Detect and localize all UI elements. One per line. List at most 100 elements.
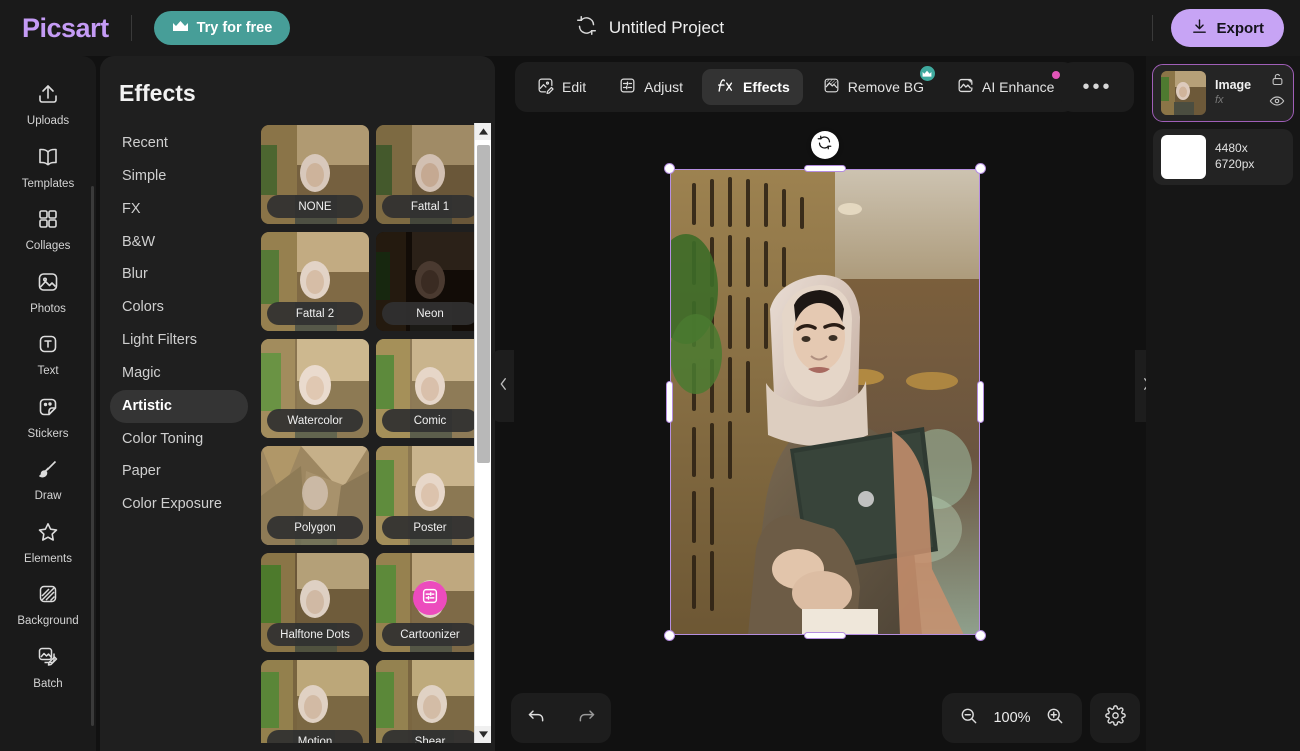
sidebar-item-collages[interactable]: Collages: [4, 199, 92, 259]
layer-item-image[interactable]: Image fx: [1153, 65, 1293, 121]
sidebar-item-stickers[interactable]: Stickers: [4, 387, 92, 447]
resize-handle-top-left[interactable]: [664, 163, 675, 174]
sidebar-label: Elements: [24, 554, 72, 566]
eye-icon[interactable]: [1269, 93, 1285, 114]
sidebar-scrollbar[interactable]: [91, 186, 94, 726]
project-title[interactable]: Untitled Project: [609, 18, 724, 38]
tool-label: Edit: [562, 79, 586, 95]
resize-handle-top[interactable]: [804, 165, 846, 172]
effect-thumb-fattal-2[interactable]: Fattal 2: [261, 232, 369, 331]
rotate-handle[interactable]: [811, 131, 839, 159]
header-right-group: Export: [1152, 9, 1284, 47]
crown-icon: [172, 20, 189, 37]
canvas-settings-button[interactable]: [1090, 693, 1140, 743]
effect-category-list: Recent Simple FX B&W Blur Colors Light F…: [100, 123, 248, 743]
resize-handle-left[interactable]: [666, 381, 673, 423]
effect-thumb-none[interactable]: NONE: [261, 125, 369, 224]
canvas-photo[interactable]: [670, 169, 980, 635]
sidebar-item-elements[interactable]: Elements: [4, 512, 92, 572]
zoom-out-button[interactable]: [950, 699, 988, 737]
category-simple[interactable]: Simple: [110, 160, 248, 193]
scroll-down-arrow-icon[interactable]: [475, 726, 491, 743]
resize-handle-bottom-right[interactable]: [975, 630, 986, 641]
category-light-filters[interactable]: Light Filters: [110, 324, 248, 357]
category-blur[interactable]: Blur: [110, 258, 248, 291]
resize-handle-bottom[interactable]: [804, 632, 846, 639]
effect-thumb-neon[interactable]: Neon: [376, 232, 484, 331]
resize-handle-right[interactable]: [977, 381, 984, 423]
sidebar-item-uploads[interactable]: Uploads: [4, 74, 92, 134]
text-icon: [36, 332, 60, 361]
gear-icon: [1105, 705, 1126, 731]
scroll-up-arrow-icon[interactable]: [475, 123, 491, 140]
sidebar-item-background[interactable]: Background: [4, 574, 92, 634]
effect-label: Poster: [382, 516, 478, 539]
redo-button[interactable]: [567, 699, 605, 737]
selected-layer-frame[interactable]: [670, 169, 980, 635]
header-divider: [131, 15, 132, 41]
effects-panel: Effects Recent Simple FX B&W Blur Colors…: [100, 56, 495, 751]
layer-dimensions-line1: 4480x: [1215, 141, 1285, 157]
resize-handle-bottom-left[interactable]: [664, 630, 675, 641]
sidebar-label: Stickers: [28, 429, 69, 441]
effect-thumb-cartoonizer[interactable]: Cartoonizer: [376, 553, 484, 652]
sidebar-item-draw[interactable]: Draw: [4, 449, 92, 509]
category-paper[interactable]: Paper: [110, 455, 248, 488]
category-artistic[interactable]: Artistic: [110, 390, 248, 423]
resize-handle-top-right[interactable]: [975, 163, 986, 174]
effects-scrollbar[interactable]: [474, 123, 491, 743]
undo-button[interactable]: [517, 699, 555, 737]
layers-panel: Image fx 4480x: [1146, 56, 1300, 751]
effect-thumb-motion[interactable]: Motion: [261, 660, 369, 743]
zoom-level[interactable]: 100%: [990, 710, 1034, 726]
tool-ai-enhance[interactable]: AI Enhance: [943, 69, 1067, 105]
export-button[interactable]: Export: [1171, 9, 1284, 47]
tool-label: Effects: [743, 79, 790, 95]
tool-adjust[interactable]: Adjust: [605, 69, 696, 105]
more-options-button[interactable]: •••: [1061, 62, 1134, 112]
category-magic[interactable]: Magic: [110, 357, 248, 390]
effect-thumb-fattal-1[interactable]: Fattal 1: [376, 125, 484, 224]
tool-edit[interactable]: Edit: [523, 69, 599, 105]
category-recent[interactable]: Recent: [110, 127, 248, 160]
unlock-icon[interactable]: [1270, 72, 1285, 92]
effects-grid: NONE: [261, 123, 491, 743]
sidebar-item-text[interactable]: Text: [4, 324, 92, 384]
sync-icon[interactable]: [576, 15, 597, 41]
zoom-in-icon: [1045, 706, 1065, 731]
zoom-out-icon: [959, 706, 979, 731]
effect-thumb-comic[interactable]: Comic: [376, 339, 484, 438]
scrollbar-thumb[interactable]: [477, 145, 490, 463]
tool-remove-bg[interactable]: Remove BG: [809, 69, 937, 105]
category-fx[interactable]: FX: [110, 193, 248, 226]
grid-icon: [36, 207, 60, 236]
panel-title: Effects: [100, 56, 495, 123]
sidebar-item-batch[interactable]: Batch: [4, 637, 92, 697]
undo-icon: [526, 705, 547, 731]
ai-enhance-icon: [956, 76, 975, 98]
collapse-left-panel-button[interactable]: [492, 350, 514, 422]
canvas-area: Edit Adjust: [503, 56, 1146, 751]
try-for-free-button[interactable]: Try for free: [154, 11, 291, 45]
effect-thumb-shear[interactable]: Shear: [376, 660, 484, 743]
picsart-editor: Picsart Try for free Untitled Project: [0, 0, 1300, 751]
effect-thumb-poster[interactable]: Poster: [376, 446, 484, 545]
effect-thumb-polygon[interactable]: Polygon: [261, 446, 369, 545]
category-color-toning[interactable]: Color Toning: [110, 423, 248, 456]
category-color-exposure[interactable]: Color Exposure: [110, 488, 248, 521]
category-colors[interactable]: Colors: [110, 291, 248, 324]
sidebar-item-templates[interactable]: Templates: [4, 137, 92, 197]
layer-info: 4480x 6720px: [1215, 141, 1285, 172]
effect-settings-badge[interactable]: [413, 581, 447, 615]
tool-effects[interactable]: Effects: [702, 69, 803, 105]
sidebar-label: Draw: [35, 491, 62, 503]
effect-thumb-halftone-dots[interactable]: Halftone Dots: [261, 553, 369, 652]
category-bw[interactable]: B&W: [110, 226, 248, 259]
header-divider-right: [1152, 15, 1153, 41]
sidebar-item-photos[interactable]: Photos: [4, 262, 92, 322]
effect-label: Fattal 1: [382, 195, 478, 218]
zoom-in-button[interactable]: [1036, 699, 1074, 737]
layer-item-background[interactable]: 4480x 6720px: [1153, 129, 1293, 185]
canvas-stage[interactable]: [503, 106, 1146, 698]
effect-thumb-watercolor[interactable]: Watercolor: [261, 339, 369, 438]
